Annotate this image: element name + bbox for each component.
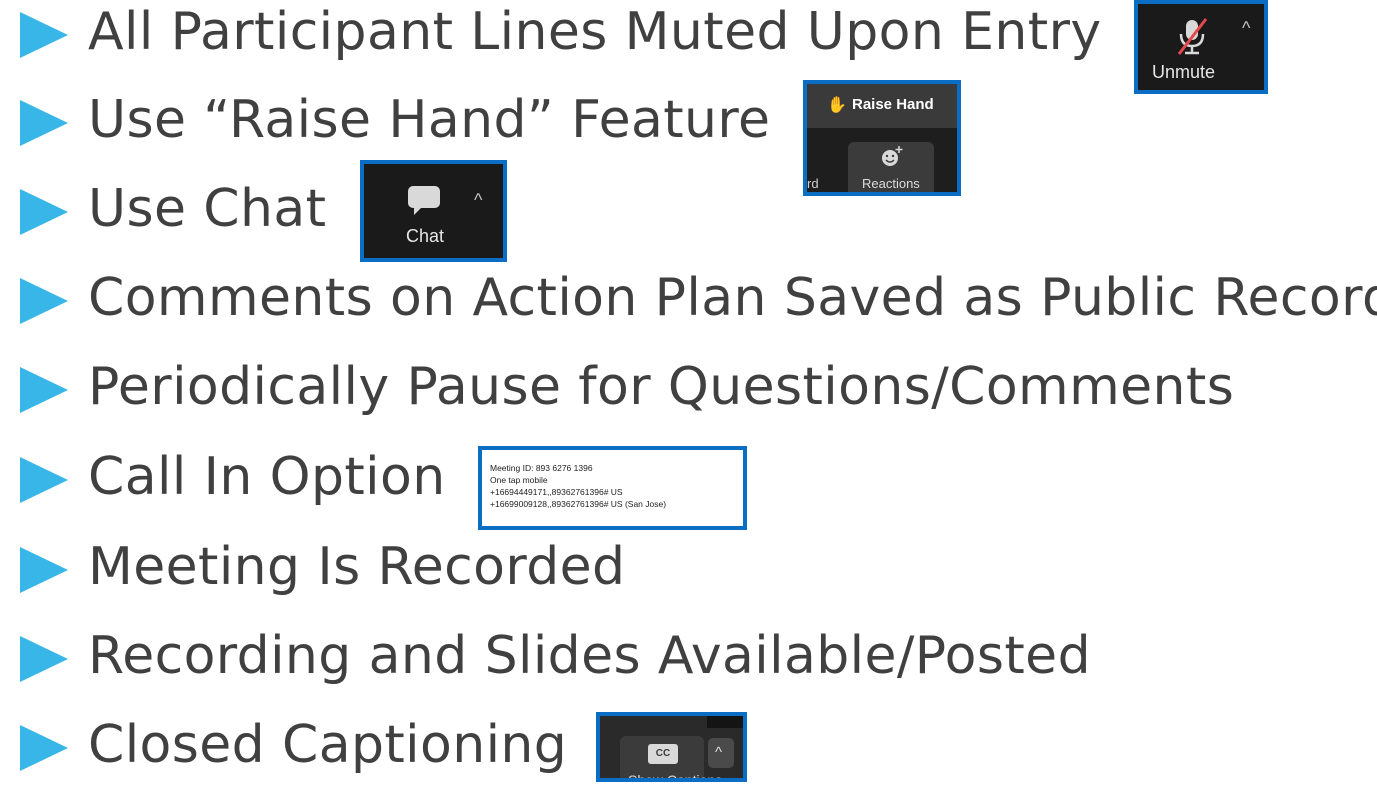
- chat-screenshot: Chat ^: [360, 160, 507, 262]
- bullet-text: Meeting Is Recorded: [88, 537, 626, 597]
- reactions-emoji-icon: [882, 146, 903, 166]
- one-tap-line: One tap mobile: [490, 475, 548, 485]
- raise-hand-button[interactable]: ✋ Raise Hand: [807, 84, 957, 128]
- unmute-label: Unmute: [1152, 62, 1216, 82]
- bullet-arrow-icon: [20, 725, 68, 771]
- show-captions-button[interactable]: CC Show Captions: [620, 736, 722, 778]
- cc-icon: CC: [648, 744, 678, 764]
- phone-number-2: +16699009128,,89362761396# US (San Jose): [490, 499, 667, 509]
- show-captions-label: Show Captions: [628, 772, 723, 782]
- truncated-button-label: rd: [807, 176, 819, 191]
- unmute-options-caret[interactable]: ^: [1242, 18, 1250, 39]
- bullet-text: Use “Raise Hand” Feature: [88, 90, 771, 150]
- chat-bubble-icon: [408, 186, 440, 215]
- bullet-arrow-icon: [20, 100, 68, 146]
- bullet-text: Use Chat: [88, 179, 327, 239]
- muted-mic-icon: [1177, 18, 1208, 55]
- raised-hand-icon: ✋: [827, 95, 847, 114]
- bullet-arrow-icon: [20, 636, 68, 682]
- raise-hand-screenshot: ✋ Raise Hand rd Reactions: [803, 80, 961, 196]
- bullet-text: Comments on Action Plan Saved as Public …: [88, 268, 1377, 328]
- bullet-text: All Participant Lines Muted Upon Entry: [88, 2, 1102, 62]
- reactions-label: Reactions: [862, 176, 920, 191]
- bullet-arrow-icon: [20, 547, 68, 593]
- chevron-up-icon: ^: [715, 744, 723, 761]
- bullet-text: Closed Captioning: [88, 715, 568, 775]
- unmute-button[interactable]: Unmute: [1138, 4, 1238, 90]
- bullet-arrow-icon: [20, 278, 68, 324]
- chat-label: Chat: [406, 226, 445, 246]
- bullet-arrow-icon: [20, 189, 68, 235]
- meeting-id-line: Meeting ID: 893 6276 1396: [490, 463, 593, 473]
- bullet-text: Recording and Slides Available/Posted: [88, 626, 1091, 686]
- captions-options-caret[interactable]: ^: [708, 738, 734, 768]
- bullet-text: Call In Option: [88, 447, 446, 507]
- call-in-info-screenshot: Meeting ID: 893 6276 1396 One tap mobile…: [478, 446, 747, 530]
- bullet-text: Periodically Pause for Questions/Comment…: [88, 357, 1235, 417]
- raise-hand-label: Raise Hand: [852, 96, 934, 113]
- captions-screenshot: CC Show Captions ^: [596, 712, 747, 782]
- top-right-dark-corner: [707, 716, 743, 728]
- phone-number-1: +16694449171,,89362761396# US: [490, 487, 623, 497]
- bullet-arrow-icon: [20, 457, 68, 503]
- chat-button[interactable]: Chat: [364, 164, 474, 258]
- unmute-screenshot: Unmute ^: [1134, 0, 1268, 94]
- reactions-button[interactable]: Reactions: [848, 142, 934, 192]
- chat-options-caret[interactable]: ^: [474, 190, 482, 211]
- bullet-arrow-icon: [20, 367, 68, 413]
- bullet-arrow-icon: [20, 12, 68, 58]
